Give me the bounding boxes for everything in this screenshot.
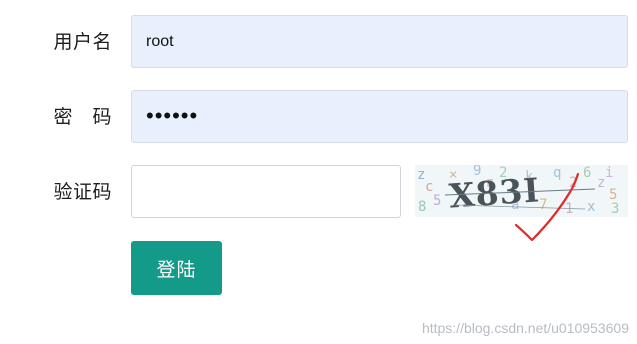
password-value: •••••• xyxy=(146,102,199,128)
password-label: 密 码 xyxy=(53,106,112,128)
captcha-label: 验证码 xyxy=(53,181,112,203)
watermark: https://blog.csdn.net/u010953609 xyxy=(421,320,629,336)
svg-text:8: 8 xyxy=(418,199,426,215)
login-form: 用户名 root 密 码 •••••• 验证码 z c 8 5 × 9 r 2 … xyxy=(0,0,637,344)
username-input[interactable]: root xyxy=(131,15,628,68)
username-value: root xyxy=(146,32,174,50)
username-label: 用户名 xyxy=(53,31,112,53)
password-input[interactable]: •••••• xyxy=(131,90,628,143)
svg-text:3: 3 xyxy=(611,201,619,217)
check-mark-icon xyxy=(514,172,580,242)
login-button[interactable]: 登陆 xyxy=(131,241,222,295)
svg-text:5: 5 xyxy=(433,193,441,209)
captcha-input[interactable] xyxy=(131,165,401,218)
svg-text:i: i xyxy=(605,165,613,181)
